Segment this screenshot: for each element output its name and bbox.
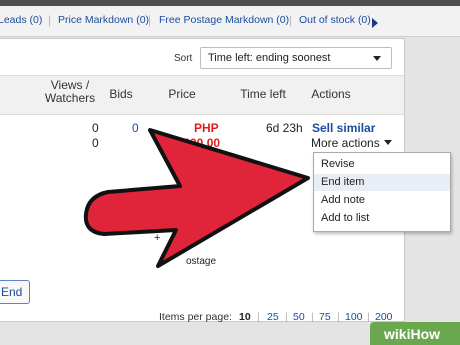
end-button-label: End (1, 285, 23, 299)
per-page-option[interactable]: 75 (319, 311, 331, 323)
menu-item-label: End item (321, 176, 365, 188)
more-actions-menu: Revise End item Add note Add to list (313, 152, 451, 232)
per-page-separator: | (285, 311, 288, 323)
per-page-separator: | (337, 311, 340, 323)
menu-item-label: Revise (321, 158, 355, 170)
menu-item-add-to-list[interactable]: Add to list (314, 210, 450, 227)
per-page-current: 10 (239, 311, 251, 323)
menu-item-end-item[interactable]: End item (314, 174, 450, 191)
menu-item-label: Add note (321, 194, 366, 206)
watermark-text: wikiHow (384, 326, 441, 342)
end-button[interactable]: End (0, 280, 30, 304)
per-page-separator: | (367, 311, 370, 323)
per-page-option[interactable]: 25 (267, 311, 279, 323)
per-page-option[interactable]: 50 (293, 311, 305, 323)
menu-item-add-note[interactable]: Add note (314, 192, 450, 209)
per-page-option[interactable]: 100 (345, 311, 363, 323)
watermark-logo: wikiHow (370, 322, 460, 345)
items-per-page-label: Items per page: (159, 311, 232, 323)
menu-item-revise[interactable]: Revise (314, 156, 450, 173)
per-page-separator: | (311, 311, 314, 323)
menu-item-label: Add to list (321, 212, 370, 224)
per-page-separator: | (257, 311, 260, 323)
